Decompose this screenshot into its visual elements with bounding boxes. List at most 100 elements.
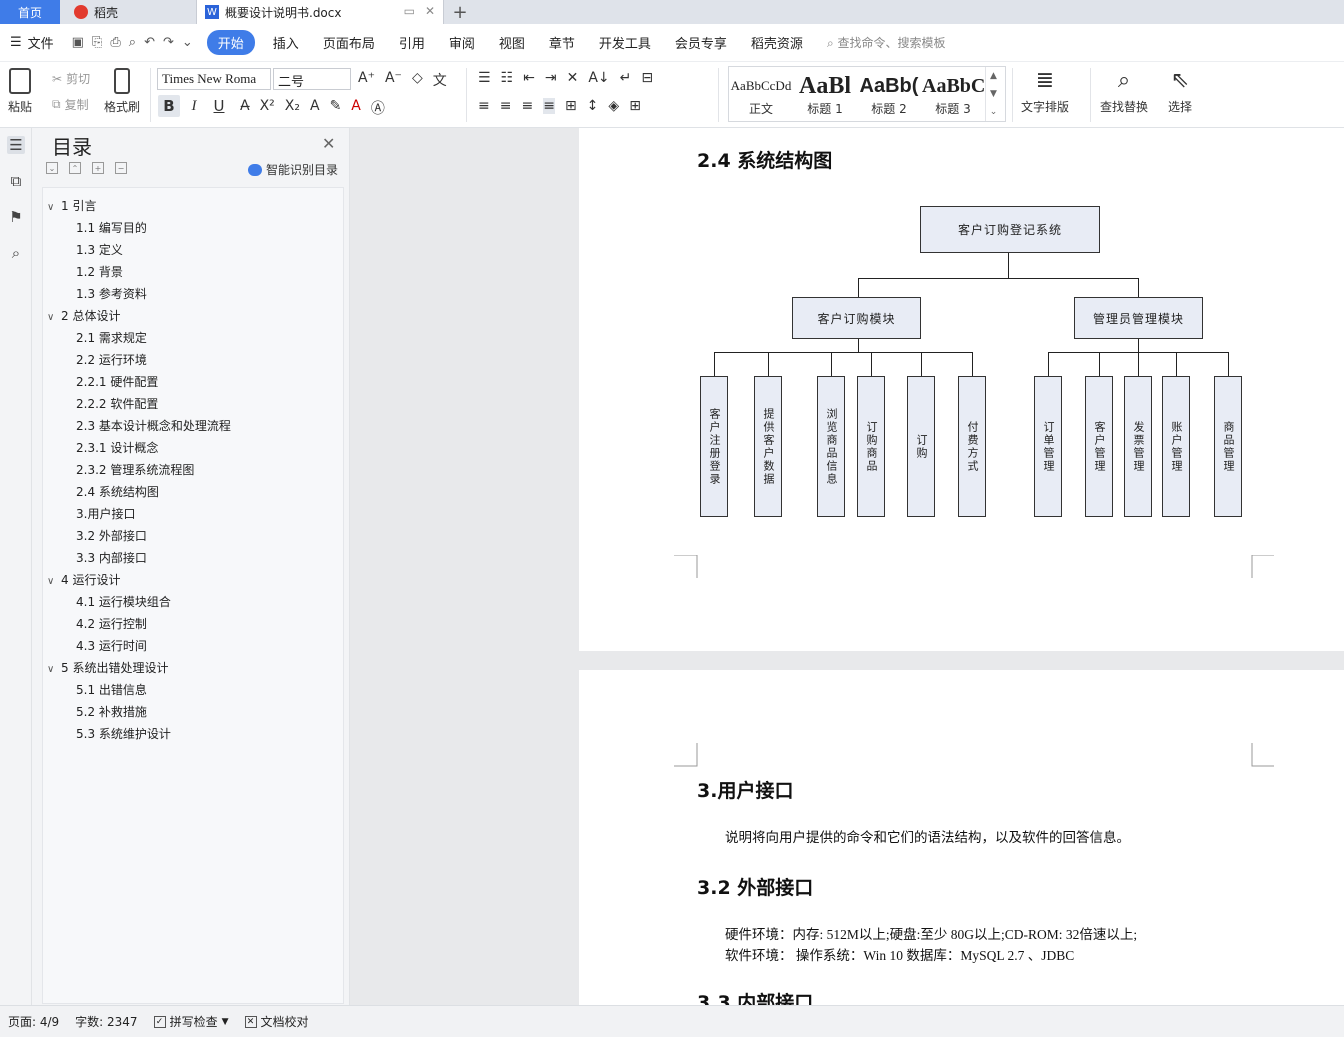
chinese-layout-icon[interactable]: ✕ — [567, 70, 579, 86]
align-center-icon[interactable]: ≡ — [500, 98, 512, 114]
show-marks-icon[interactable]: ↵ — [620, 70, 632, 86]
toc-item[interactable]: 1.3 定义 — [76, 241, 123, 258]
toc-item[interactable]: ∨ 4 运行设计 — [47, 571, 120, 588]
print-preview-icon[interactable]: ⌕ — [129, 35, 136, 50]
chapter-nav-icon[interactable]: ⧉ — [7, 172, 25, 190]
sort-icon[interactable]: A↓ — [588, 70, 609, 86]
underline-button[interactable]: U — [208, 95, 230, 117]
style-heading2[interactable]: AaBb( 标题 2 — [857, 67, 921, 121]
numbered-list-icon[interactable]: ☷ — [501, 70, 514, 86]
bookmark-icon[interactable]: ⚑ — [7, 208, 25, 226]
smart-toc-button[interactable]: 智能识别目录 — [248, 161, 338, 178]
chevron-down-icon[interactable]: ∨ — [47, 664, 61, 675]
toc-item[interactable]: 2.2 运行环境 — [76, 351, 147, 368]
phonetic-icon[interactable]: 文 — [433, 70, 447, 90]
toc-item[interactable]: 2.3.2 管理系统流程图 — [76, 461, 194, 478]
line-spacing-icon[interactable]: ↕ — [587, 98, 599, 114]
menu-insert[interactable]: 插入 — [261, 33, 311, 52]
toc-item[interactable]: 5.3 系统维护设计 — [76, 725, 171, 742]
strikethrough-icon[interactable]: A̶ — [240, 98, 250, 118]
expand-icon[interactable]: ⌄ — [990, 107, 998, 117]
align-left-icon[interactable]: ≡ — [478, 98, 490, 114]
scroll-up-icon[interactable]: ▲ — [990, 71, 997, 81]
toc-item[interactable]: 4.3 运行时间 — [76, 637, 147, 654]
toc-item[interactable]: 2.1 需求规定 — [76, 329, 147, 346]
tab-stop-icon[interactable]: ⊟ — [641, 70, 653, 86]
superscript-icon[interactable]: X² — [260, 98, 275, 118]
toc-item[interactable]: 3.用户接口 — [76, 505, 135, 522]
command-search[interactable]: ⌕ 查找命令、搜索模板 — [827, 34, 946, 51]
clear-format-icon[interactable]: ◇ — [412, 70, 423, 90]
new-tab-button[interactable]: + — [444, 0, 476, 24]
toc-item[interactable]: 2.4 系统结构图 — [76, 483, 159, 500]
add-item-icon[interactable]: + — [92, 162, 104, 174]
tab-daoke[interactable]: 稻壳 — [66, 0, 196, 24]
close-tab-icon[interactable]: ✕ — [425, 4, 435, 18]
font-name-select[interactable]: Times New Roma — [157, 68, 271, 90]
style-normal[interactable]: AaBbCcDd 正文 — [729, 67, 793, 121]
toc-item[interactable]: 2.2.2 软件配置 — [76, 395, 158, 412]
shrink-font-icon[interactable]: A⁻ — [385, 70, 402, 90]
style-heading3[interactable]: AaBbC 标题 3 — [921, 67, 985, 121]
collapse-all-icon[interactable]: ⌄ — [46, 162, 58, 174]
select-button[interactable]: ⇖ 选择 — [1168, 68, 1192, 115]
page-indicator[interactable]: 页面: 4/9 — [0, 1013, 67, 1030]
menu-review[interactable]: 审阅 — [437, 33, 487, 52]
toc-item[interactable]: ∨ 1 引言 — [47, 197, 96, 214]
spell-check-button[interactable]: ✓ 拼写检查 ▼ — [146, 1013, 237, 1030]
menu-chapter[interactable]: 章节 — [537, 33, 587, 52]
font-size-select[interactable]: 二号 — [273, 68, 351, 90]
char-border-icon[interactable]: Ⓐ — [371, 98, 385, 118]
justify-icon[interactable]: ≡ — [543, 98, 555, 114]
tab-home[interactable]: 首页 — [0, 0, 60, 24]
word-count[interactable]: 字数: 2347 — [67, 1013, 145, 1030]
doc-proof-button[interactable]: ✕ 文档校对 — [237, 1013, 317, 1030]
styles-scroll[interactable]: ▲ ▼ ⌄ — [985, 67, 1001, 121]
bold-button[interactable]: B — [158, 95, 180, 117]
subscript-icon[interactable]: X₂ — [285, 98, 300, 118]
print-icon[interactable]: ⎙ — [110, 35, 120, 50]
remove-item-icon[interactable]: − — [115, 162, 127, 174]
grow-font-icon[interactable]: A⁺ — [358, 70, 375, 90]
file-menu[interactable]: ☰ 文件 — [0, 33, 64, 52]
distributed-icon[interactable]: ⊞ — [565, 98, 577, 114]
menu-member[interactable]: 会员专享 — [663, 33, 739, 52]
toc-item[interactable]: 1.3 参考资料 — [76, 285, 147, 302]
pin-icon[interactable]: ▭ — [404, 4, 415, 18]
chevron-down-icon[interactable]: ∨ — [47, 202, 61, 213]
paste-button[interactable]: 粘贴 — [8, 68, 32, 115]
save-icon[interactable]: ▣ — [72, 35, 84, 50]
format-painter-button[interactable]: 格式刷 — [104, 68, 140, 115]
toc-item[interactable]: 2.2.1 硬件配置 — [76, 373, 158, 390]
undo-icon[interactable]: ↶ — [144, 35, 155, 50]
increase-indent-icon[interactable]: ⇥ — [545, 70, 557, 86]
chevron-down-icon[interactable]: ∨ — [47, 312, 61, 323]
text-effect-icon[interactable]: A — [310, 98, 320, 118]
borders-icon[interactable]: ⊞ — [629, 98, 641, 114]
shading-icon[interactable]: ◈ — [608, 98, 619, 114]
highlight-icon[interactable]: ✎ — [330, 98, 342, 118]
close-icon[interactable]: ✕ — [322, 134, 335, 153]
toc-item[interactable]: 1.1 编写目的 — [76, 219, 147, 236]
copy-button[interactable]: ⧉ 复制 — [52, 96, 89, 113]
menu-references[interactable]: 引用 — [387, 33, 437, 52]
toc-item[interactable]: 1.2 背景 — [76, 263, 123, 280]
chevron-down-icon[interactable]: ∨ — [47, 576, 61, 587]
toc-item[interactable]: ∨ 5 系统出错处理设计 — [47, 659, 168, 676]
menu-view[interactable]: 视图 — [487, 33, 537, 52]
align-right-icon[interactable]: ≡ — [521, 98, 533, 114]
toc-item[interactable]: 4.2 运行控制 — [76, 615, 147, 632]
tab-document[interactable]: W 概要设计说明书.docx ▭ ✕ — [196, 0, 444, 24]
toc-item[interactable]: 3.3 内部接口 — [76, 549, 147, 566]
text-layout-button[interactable]: ≣ 文字排版 — [1021, 68, 1069, 115]
find-replace-button[interactable]: ⌕ 查找替换 — [1100, 68, 1148, 115]
toc-panel-icon[interactable]: ☰ — [7, 136, 25, 154]
toc-item[interactable]: 5.2 补救措施 — [76, 703, 147, 720]
menu-start[interactable]: 开始 — [206, 30, 255, 55]
toc-item[interactable]: ∨ 2 总体设计 — [47, 307, 120, 324]
decrease-indent-icon[interactable]: ⇤ — [523, 70, 535, 86]
toc-item[interactable]: 3.2 外部接口 — [76, 527, 147, 544]
toc-item[interactable]: 2.3 基本设计概念和处理流程 — [76, 417, 231, 434]
expand-all-icon[interactable]: ⌃ — [69, 162, 81, 174]
redo-icon[interactable]: ↷ — [163, 35, 174, 50]
